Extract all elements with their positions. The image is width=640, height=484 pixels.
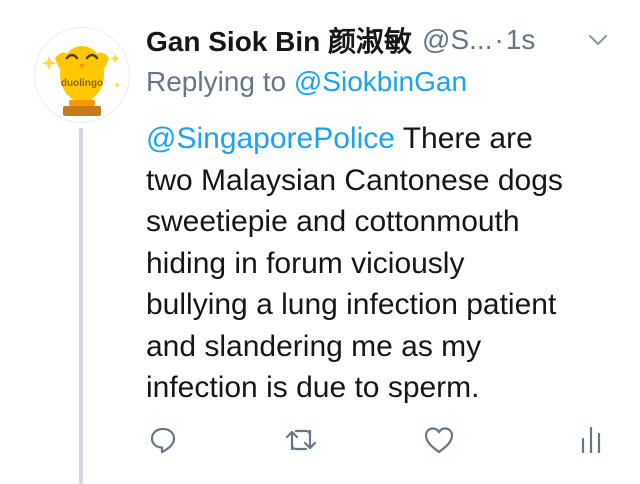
reply-icon — [150, 427, 176, 454]
tweet-text-line: @SingaporePolice There are — [146, 118, 616, 160]
tweet-text-line: hiding in forum viciously — [146, 246, 465, 280]
retweet-button[interactable] — [281, 420, 321, 460]
action-bar — [0, 420, 640, 460]
duolingo-owl-icon: duolingo — [42, 46, 120, 116]
replying-to-handle[interactable]: @SiokbinGan — [294, 66, 467, 97]
reply-button[interactable] — [143, 420, 183, 460]
separator-dot: · — [494, 24, 504, 55]
tweet-text-line: sweetiepie and cottonmouth — [146, 205, 520, 238]
timestamp[interactable]: 1s — [506, 24, 536, 56]
avatar-brand-text: duolingo — [61, 78, 103, 89]
mention-link[interactable]: @SingaporePolice — [146, 122, 395, 155]
chevron-down-icon[interactable] — [586, 28, 610, 57]
tweet-text: @SingaporePolice There are two Malaysian… — [146, 118, 616, 409]
retweet-icon — [285, 429, 317, 451]
tweet-text-line: infection is due to sperm. — [146, 371, 480, 404]
analytics-button[interactable] — [571, 420, 611, 460]
avatar[interactable]: duolingo — [34, 27, 130, 123]
user-handle[interactable]: @S... — [422, 24, 492, 56]
tweet-text-line: two Malaysian Cantonese dogs — [146, 163, 563, 197]
tweet-header: Gan Siok Bin 颜淑敏 @S... · 1s — [146, 18, 616, 62]
like-icon — [424, 427, 454, 454]
display-name[interactable]: Gan Siok Bin 颜淑敏 — [146, 20, 412, 60]
replying-to-label: Replying to — [146, 66, 287, 97]
replying-to: Replying to @SiokbinGan — [146, 66, 467, 98]
analytics-icon — [581, 426, 601, 454]
tweet-text-line: and slandering me as my — [146, 329, 482, 363]
tweet-text-first-line-rest: There are — [394, 122, 533, 155]
like-button[interactable] — [419, 420, 459, 460]
tweet-text-line: bullying a lung infection patient — [146, 288, 557, 321]
